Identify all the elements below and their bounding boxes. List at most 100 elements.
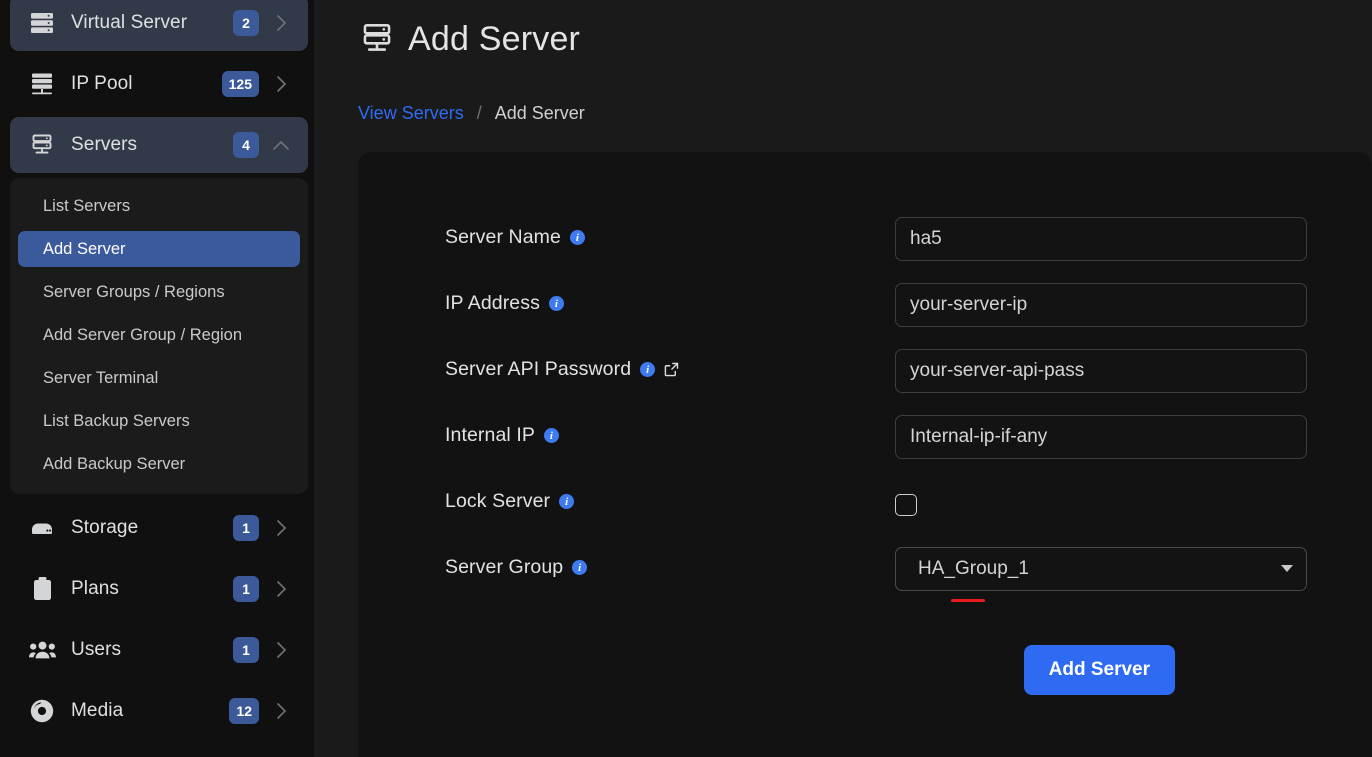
- sidebar-item-virtual-server[interactable]: Virtual Server 2: [10, 0, 308, 51]
- chevron-right-icon: [268, 576, 294, 602]
- field-label-internal-ip: Internal IP i: [445, 415, 895, 447]
- label-text: Server Name: [445, 226, 561, 248]
- breadcrumb-current: Add Server: [494, 103, 585, 123]
- info-icon[interactable]: i: [572, 560, 588, 575]
- breadcrumb-separator: /: [476, 103, 482, 123]
- add-server-form-card: Server Name i IP Address i Ser: [358, 152, 1372, 757]
- form-row-ip-address: IP Address i: [445, 283, 1372, 327]
- server-group-select-wrapper: HA_Group_1: [895, 547, 1307, 602]
- server-desktop-icon: [28, 133, 56, 157]
- ip-address-input[interactable]: [895, 283, 1307, 327]
- form-row-lock-server: Lock Server i: [445, 481, 1372, 525]
- server-desktop-icon: [358, 21, 396, 59]
- chevron-up-icon: [268, 132, 294, 158]
- submenu-item-list-backup-servers[interactable]: List Backup Servers: [18, 403, 300, 439]
- label-text: Server Group: [445, 556, 564, 578]
- info-icon[interactable]: i: [640, 362, 656, 377]
- form-row-server-group: Server Group i HA_Group_1: [445, 547, 1372, 602]
- submenu-item-label: Add Server: [43, 239, 126, 258]
- chevron-right-icon: [268, 515, 294, 541]
- page-title-text: Add Server: [408, 20, 581, 58]
- label-text: Lock Server: [445, 490, 551, 512]
- submenu-item-add-server[interactable]: Add Server: [18, 231, 300, 267]
- form-actions: Add Server: [445, 645, 1372, 695]
- sidebar-item-media[interactable]: Media 12: [10, 683, 308, 739]
- submenu-item-server-terminal[interactable]: Server Terminal: [18, 360, 300, 396]
- disc-icon: [28, 699, 56, 723]
- label-text: Server API Password: [445, 358, 632, 380]
- sidebar-item-label: Media: [71, 700, 124, 721]
- form-row-server-name: Server Name i: [445, 217, 1372, 261]
- submenu-item-server-groups-regions[interactable]: Server Groups / Regions: [18, 274, 300, 310]
- sidebar-item-badge: 1: [233, 637, 259, 663]
- storage-drive-icon: [28, 516, 56, 540]
- info-icon[interactable]: i: [569, 230, 585, 245]
- sidebar-item-ip-pool[interactable]: IP Pool 125: [10, 56, 308, 112]
- submenu-item-label: Server Terminal: [43, 368, 159, 387]
- add-server-form: Server Name i IP Address i Ser: [358, 152, 1372, 695]
- server-group-selected-value: HA_Group_1: [918, 558, 1029, 579]
- label-text: Internal IP: [445, 424, 535, 446]
- submenu-item-add-backup-server[interactable]: Add Backup Server: [18, 446, 300, 482]
- sidebar-item-badge: 1: [233, 576, 259, 602]
- page-title: Add Server: [358, 20, 1372, 59]
- servers-submenu: List Servers Add Server Server Groups / …: [10, 178, 308, 494]
- internal-ip-input[interactable]: [895, 415, 1307, 459]
- sidebar-item-recipes[interactable]: Recipes: [10, 744, 308, 757]
- sidebar-scroll-area: Virtual Server 2 IP Pool 125 Servers 4 L…: [0, 0, 318, 757]
- lock-server-checkbox[interactable]: [895, 494, 917, 516]
- sidebar-item-badge: 1: [233, 515, 259, 541]
- external-link-icon[interactable]: [664, 362, 679, 377]
- sidebar-item-badge: 125: [221, 71, 259, 97]
- chevron-right-icon: [268, 637, 294, 663]
- sidebar-item-label: Users: [71, 639, 122, 660]
- info-icon[interactable]: i: [559, 494, 575, 509]
- sidebar-item-plans[interactable]: Plans 1: [10, 561, 308, 617]
- submenu-item-label: Server Groups / Regions: [43, 282, 225, 301]
- submenu-item-list-servers[interactable]: List Servers: [18, 188, 300, 224]
- sidebar-item-label: Servers: [71, 134, 138, 155]
- sidebar-item-label: Storage: [71, 517, 139, 538]
- sidebar-item-users[interactable]: Users 1: [10, 622, 308, 678]
- chevron-right-icon: [268, 10, 294, 36]
- label-text: IP Address: [445, 292, 540, 314]
- submenu-item-label: Add Server Group / Region: [43, 325, 243, 344]
- submenu-item-add-server-group-region[interactable]: Add Server Group / Region: [18, 317, 300, 353]
- app-root: Virtual Server 2 IP Pool 125 Servers 4 L…: [0, 0, 1372, 757]
- server-group-select[interactable]: HA_Group_1: [895, 547, 1307, 591]
- sidebar: Virtual Server 2 IP Pool 125 Servers 4 L…: [0, 0, 318, 757]
- sidebar-item-servers[interactable]: Servers 4: [10, 117, 308, 173]
- validation-marker: [951, 599, 985, 602]
- ip-pool-icon: [28, 72, 56, 96]
- submenu-item-label: Add Backup Server: [43, 454, 186, 473]
- info-icon[interactable]: i: [548, 296, 564, 311]
- field-label-server-group: Server Group i: [445, 547, 895, 579]
- form-row-internal-ip: Internal IP i: [445, 415, 1372, 459]
- sidebar-item-label: Virtual Server: [71, 12, 188, 33]
- users-group-icon: [28, 638, 56, 662]
- submenu-item-label: List Servers: [43, 196, 131, 215]
- info-icon[interactable]: i: [543, 428, 559, 443]
- server-name-input[interactable]: [895, 217, 1307, 261]
- breadcrumb: View Servers / Add Server: [358, 103, 1372, 124]
- breadcrumb-link-view-servers[interactable]: View Servers: [358, 103, 464, 124]
- chevron-right-icon: [268, 698, 294, 724]
- chevron-right-icon: [268, 71, 294, 97]
- server-api-password-input[interactable]: [895, 349, 1307, 393]
- sidebar-item-storage[interactable]: Storage 1: [10, 500, 308, 556]
- sidebar-item-label: IP Pool: [71, 73, 133, 94]
- main-content: Add Server View Servers / Add Server Ser…: [318, 0, 1372, 757]
- sidebar-item-badge: 4: [233, 132, 259, 158]
- field-label-ip-address: IP Address i: [445, 283, 895, 315]
- form-row-server-api-password: Server API Password i: [445, 349, 1372, 393]
- field-label-server-name: Server Name i: [445, 217, 895, 249]
- field-label-lock-server: Lock Server i: [445, 481, 895, 513]
- sidebar-item-label: Plans: [71, 578, 120, 599]
- servers-stack-icon: [28, 11, 56, 35]
- add-server-submit-button[interactable]: Add Server: [1023, 645, 1175, 695]
- sidebar-item-badge: 2: [233, 10, 259, 36]
- field-label-server-api-password: Server API Password i: [445, 349, 895, 381]
- clipboard-icon: [28, 577, 56, 601]
- submenu-item-label: List Backup Servers: [43, 411, 190, 430]
- sidebar-item-badge: 12: [229, 698, 259, 724]
